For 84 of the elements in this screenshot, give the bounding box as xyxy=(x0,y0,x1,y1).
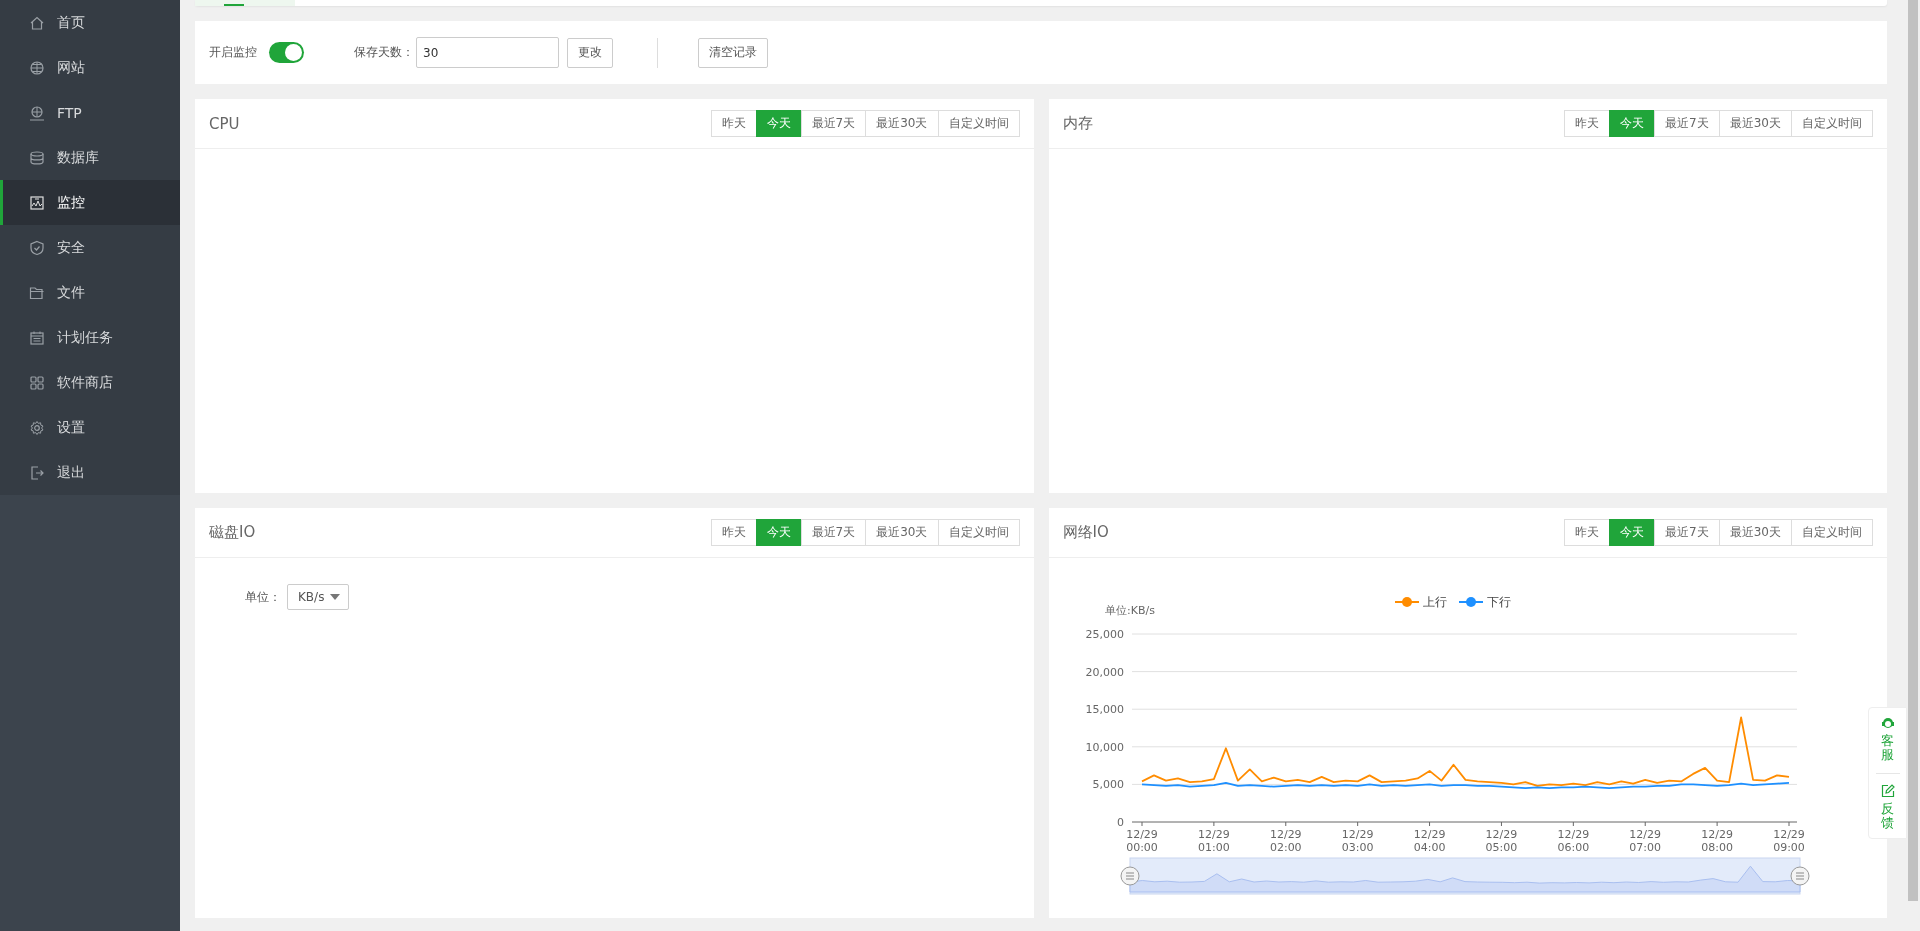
sidebar-item[interactable]: FTP xyxy=(0,90,180,135)
range-tab[interactable]: 最近30天 xyxy=(865,519,939,546)
legend-item[interactable]: 上行 xyxy=(1393,595,1447,609)
legend-label: 上行 xyxy=(1422,595,1447,609)
range-tab[interactable]: 今天 xyxy=(1609,519,1656,546)
panel-title: 内存 xyxy=(1062,114,1093,133)
x-tick-label: 12/29 07:00 xyxy=(1628,828,1661,854)
x-tick-label: 12/29 04:00 xyxy=(1413,828,1445,854)
menu-icon xyxy=(29,149,45,166)
sidebar-item[interactable]: 网站 xyxy=(0,45,180,90)
sidebar-item[interactable]: 退出 xyxy=(0,450,180,495)
range-tab[interactable]: 最近7天 xyxy=(800,110,867,137)
range-tab[interactable]: 今天 xyxy=(1609,110,1656,137)
panel-title: 网络IO xyxy=(1062,523,1109,542)
x-tick-label: 12/29 05:00 xyxy=(1485,828,1517,854)
x-tick-label: 12/29 00:00 xyxy=(1125,828,1158,854)
sidebar-item[interactable]: 数据库 xyxy=(0,135,180,180)
range-tab[interactable]: 最近30天 xyxy=(1718,519,1792,546)
x-tick-label: 12/29 02:00 xyxy=(1269,828,1302,854)
menu-icon xyxy=(29,14,45,31)
caret-icon xyxy=(330,594,341,600)
menu-icon xyxy=(29,284,45,301)
clear-button[interactable]: 清空记录 xyxy=(698,37,768,68)
range-tab[interactable]: 自定义时间 xyxy=(937,519,1020,546)
menu-icon xyxy=(29,59,45,76)
menu-icon xyxy=(29,374,45,391)
x-tick-label: 12/29 03:00 xyxy=(1341,828,1373,854)
legend-item[interactable]: 下行 xyxy=(1457,595,1511,609)
sidebar-item[interactable]: 计划任务 xyxy=(0,315,180,360)
sidebar-item[interactable]: 软件商店 xyxy=(0,360,180,405)
x-tick-label: 12/29 09:00 xyxy=(1772,828,1805,854)
zoom-slider[interactable] xyxy=(1129,857,1800,895)
y-tick-label: 0 xyxy=(1116,816,1124,829)
range-tab[interactable]: 昨天 xyxy=(1564,110,1611,137)
menu-icon xyxy=(29,239,45,256)
range-tab[interactable]: 昨天 xyxy=(710,110,757,137)
monitor-toggle[interactable] xyxy=(269,42,304,63)
range-tab[interactable]: 最近7天 xyxy=(1654,519,1720,546)
unit-dropdown[interactable]: KB/s xyxy=(287,584,350,610)
change-button[interactable]: 更改 xyxy=(567,37,613,68)
panel-title: CPU xyxy=(209,114,240,133)
y-tick-label: 5,000 xyxy=(1092,778,1124,792)
range-tab[interactable]: 自定义时间 xyxy=(1791,519,1873,546)
panel-title: 磁盘IO xyxy=(209,523,256,542)
sidebar-item[interactable]: 首页 xyxy=(0,0,180,45)
legend-label: 下行 xyxy=(1486,595,1511,609)
edit-icon xyxy=(1880,783,1895,798)
monitor-label: 开启监控 xyxy=(209,44,257,61)
days-label: 保存天数： xyxy=(354,44,414,61)
sidebar-item[interactable]: 文件 xyxy=(0,270,180,315)
menu-icon xyxy=(29,329,45,346)
y-tick-label: 15,000 xyxy=(1085,703,1124,717)
headset-icon xyxy=(1880,716,1895,730)
menu-icon xyxy=(29,419,45,436)
unit-label: 单位： xyxy=(245,588,281,606)
x-tick-label: 12/29 06:00 xyxy=(1557,828,1589,854)
range-tab[interactable]: 自定义时间 xyxy=(1791,110,1873,137)
sidebar-item[interactable]: 设置 xyxy=(0,405,180,450)
x-tick-label: 12/29 08:00 xyxy=(1700,828,1733,854)
y-tick-label: 20,000 xyxy=(1085,665,1124,679)
range-tab[interactable]: 最近30天 xyxy=(865,110,939,137)
range-tab[interactable]: 昨天 xyxy=(710,519,757,546)
range-tab[interactable]: 今天 xyxy=(755,519,802,546)
range-tab[interactable]: 今天 xyxy=(755,110,802,137)
x-tick-label: 12/29 01:00 xyxy=(1197,828,1230,854)
range-tab[interactable]: 最近7天 xyxy=(800,519,867,546)
y-tick-label: 25,000 xyxy=(1085,628,1124,641)
sidebar-item[interactable]: 安全 xyxy=(0,225,180,270)
menu-icon xyxy=(29,194,45,211)
y-tick-label: 10,000 xyxy=(1085,740,1124,754)
slider-handle[interactable] xyxy=(1120,866,1139,886)
days-input[interactable]: 30 xyxy=(416,37,559,68)
float-button[interactable]: 反馈 xyxy=(1880,783,1895,831)
scrollbar[interactable] xyxy=(1908,0,1918,901)
range-tab[interactable]: 自定义时间 xyxy=(937,110,1020,137)
range-tab[interactable]: 最近30天 xyxy=(1718,110,1792,137)
range-tab[interactable]: 最近7天 xyxy=(1654,110,1720,137)
slider-handle[interactable] xyxy=(1790,866,1809,886)
float-button[interactable]: 客服 xyxy=(1880,716,1895,763)
menu-icon xyxy=(29,104,45,121)
menu-icon xyxy=(29,464,45,481)
axis-unit: 单位:KB/s xyxy=(1104,604,1155,617)
sidebar-item[interactable]: 监控 xyxy=(0,180,180,225)
range-tab[interactable]: 昨天 xyxy=(1564,519,1611,546)
